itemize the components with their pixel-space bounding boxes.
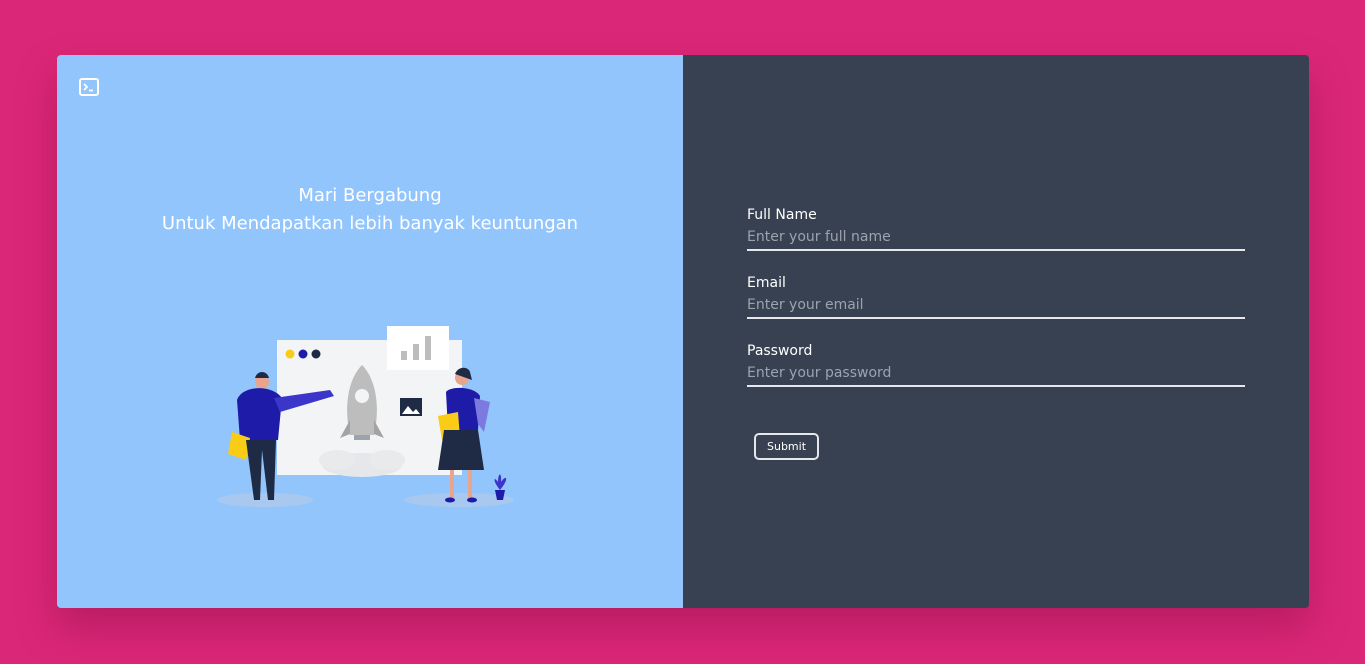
- password-input[interactable]: [747, 361, 1245, 387]
- signup-card: Mari Bergabung Untuk Mendapatkan lebih b…: [57, 55, 1309, 608]
- hero-headline-line1: Mari Bergabung: [298, 185, 442, 207]
- form-panel: Full Name Email Password Submit: [683, 55, 1309, 608]
- signup-form: Full Name Email Password Submit: [747, 205, 1245, 460]
- email-group: Email: [747, 273, 1245, 319]
- email-label: Email: [747, 275, 786, 291]
- full-name-group: Full Name: [747, 205, 1245, 251]
- full-name-label: Full Name: [747, 207, 817, 223]
- hero-panel: Mari Bergabung Untuk Mendapatkan lebih b…: [57, 55, 683, 608]
- hero-headline-line2: Untuk Mendapatkan lebih banyak keuntunga…: [161, 213, 579, 235]
- submit-button[interactable]: Submit: [754, 433, 820, 460]
- password-group: Password: [747, 341, 1245, 387]
- hero-headline: Mari Bergabung Untuk Mendapatkan lebih b…: [57, 182, 683, 238]
- startup-illustration: [212, 320, 522, 514]
- terminal-icon[interactable]: [79, 78, 99, 96]
- email-input[interactable]: [747, 293, 1245, 319]
- password-label: Password: [747, 343, 813, 359]
- full-name-input[interactable]: [747, 225, 1245, 251]
